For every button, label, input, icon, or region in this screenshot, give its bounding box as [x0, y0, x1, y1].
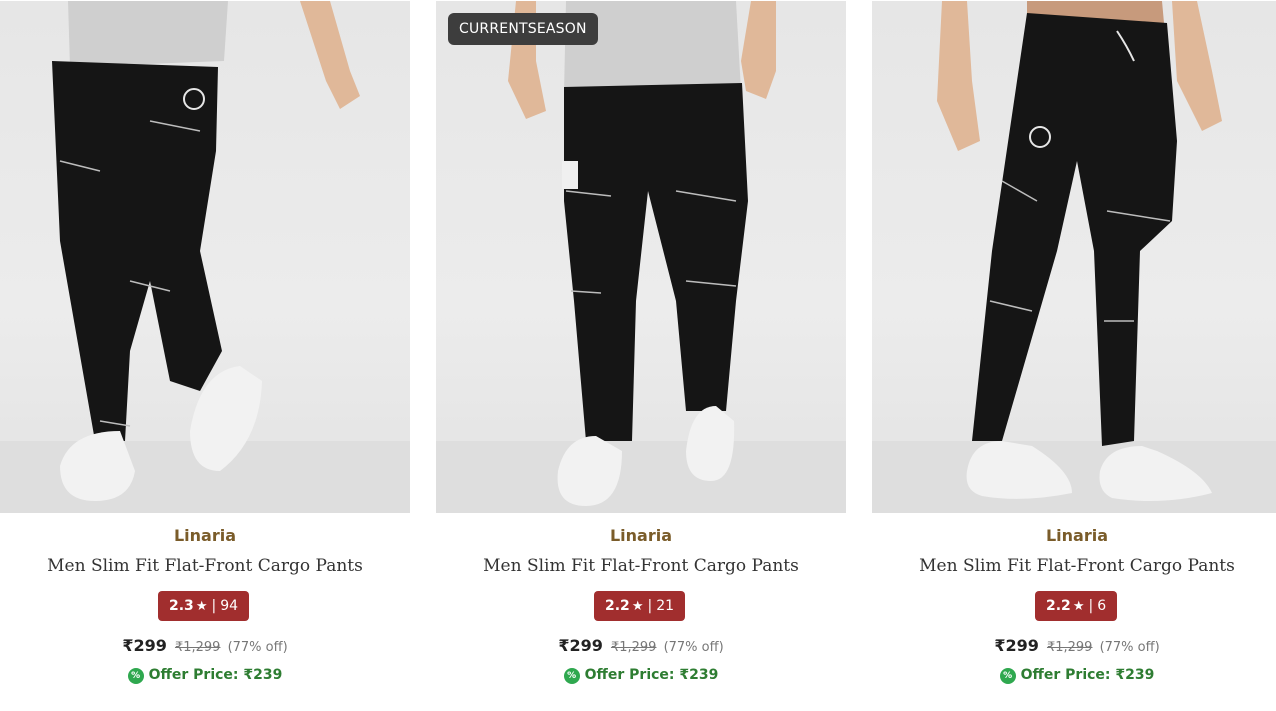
rating-value: 2.2 [605, 598, 630, 614]
star-icon: ★ [1072, 599, 1085, 614]
offer-price-row: % Offer Price: ₹239 [436, 667, 846, 684]
rating-separator: | [647, 598, 653, 614]
original-price: ₹1,299 [1046, 640, 1093, 655]
sale-price: ₹299 [122, 636, 167, 655]
rating-value: 2.3 [169, 598, 194, 614]
discount-percent: (77% off) [227, 640, 288, 655]
sale-price: ₹299 [994, 636, 1039, 655]
brand-name[interactable]: Linaria [0, 526, 410, 545]
discount-percent: (77% off) [663, 640, 724, 655]
rating-separator: | [211, 598, 217, 614]
rating-badge: 2.3 ★ | 94 [158, 591, 250, 621]
offer-price: Offer Price: ₹239 [1020, 667, 1155, 683]
product-image[interactable]: CURRENTSEASON [436, 1, 846, 513]
rating-count: 21 [656, 598, 675, 614]
rating-badge: 2.2 ★ | 21 [594, 591, 686, 621]
offer-percent-icon: % [999, 668, 1016, 684]
cargo-pants-photo [436, 1, 846, 513]
price-row: ₹299 ₹1,299 (77% off) [0, 636, 410, 655]
product-title[interactable]: Men Slim Fit Flat-Front Cargo Pants [872, 556, 1276, 576]
offer-price-row: % Offer Price: ₹239 [872, 667, 1276, 684]
product-title[interactable]: Men Slim Fit Flat-Front Cargo Pants [436, 556, 846, 576]
product-card[interactable]: Linaria Men Slim Fit Flat-Front Cargo Pa… [872, 0, 1276, 711]
rating-count: 94 [220, 598, 239, 614]
product-title[interactable]: Men Slim Fit Flat-Front Cargo Pants [0, 556, 410, 576]
product-image[interactable] [872, 1, 1276, 513]
star-icon: ★ [631, 599, 644, 614]
brand-name[interactable]: Linaria [872, 526, 1276, 545]
brand-name[interactable]: Linaria [436, 526, 846, 545]
product-image[interactable] [0, 1, 410, 513]
cargo-pants-photo [0, 1, 410, 513]
offer-percent-icon: % [563, 668, 580, 684]
offer-percent-icon: % [127, 668, 144, 684]
product-card[interactable]: CURRENTSEASON Linaria Men Slim Fit Flat-… [436, 0, 848, 711]
price-row: ₹299 ₹1,299 (77% off) [872, 636, 1276, 655]
season-badge: CURRENTSEASON [448, 13, 598, 45]
offer-price-row: % Offer Price: ₹239 [0, 667, 410, 684]
product-grid: Linaria Men Slim Fit Flat-Front Cargo Pa… [0, 0, 1276, 711]
offer-price: Offer Price: ₹239 [584, 667, 719, 683]
star-icon: ★ [195, 599, 208, 614]
cargo-pants-photo [872, 1, 1276, 513]
rating-value: 2.2 [1046, 598, 1071, 614]
rating-badge: 2.2 ★ | 6 [1035, 591, 1118, 621]
discount-percent: (77% off) [1099, 640, 1160, 655]
offer-price: Offer Price: ₹239 [148, 667, 283, 683]
original-price: ₹1,299 [174, 640, 221, 655]
rating-count: 6 [1097, 598, 1107, 614]
product-card[interactable]: Linaria Men Slim Fit Flat-Front Cargo Pa… [0, 0, 412, 711]
rating-separator: | [1088, 598, 1094, 614]
price-row: ₹299 ₹1,299 (77% off) [436, 636, 846, 655]
sale-price: ₹299 [558, 636, 603, 655]
original-price: ₹1,299 [610, 640, 657, 655]
